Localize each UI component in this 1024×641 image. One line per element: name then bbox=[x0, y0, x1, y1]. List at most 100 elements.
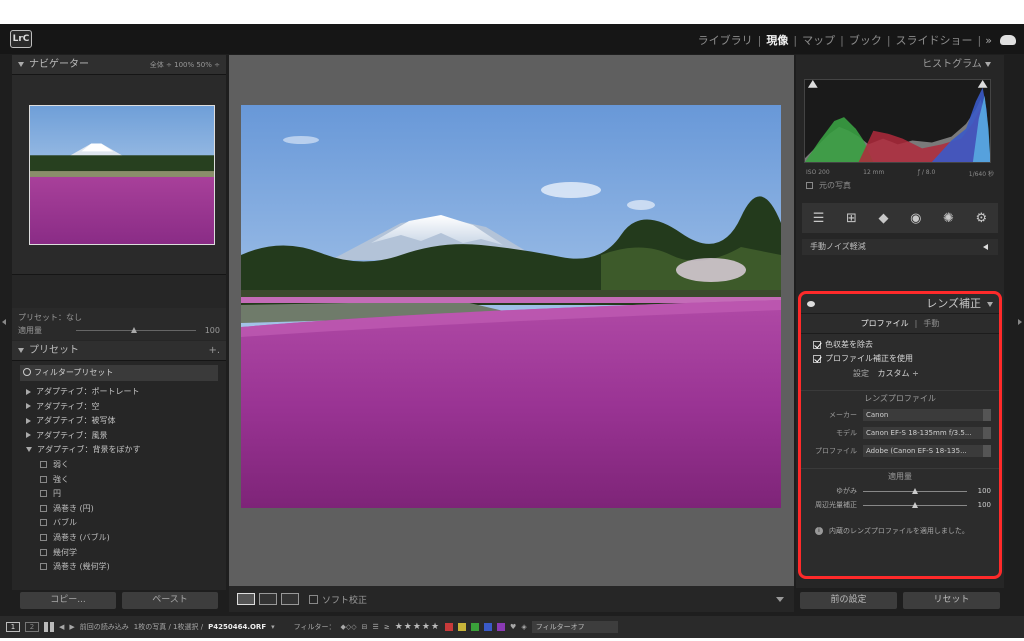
presets-header[interactable]: プリセット +. bbox=[12, 341, 226, 361]
model-select[interactable]: Canon EF-S 18-135mm f/3.5... bbox=[863, 427, 991, 439]
original-photo-toggle[interactable]: 元の写真 bbox=[804, 179, 996, 193]
more-modules-icon[interactable]: » bbox=[981, 34, 996, 47]
masking-icon[interactable]: ✺ bbox=[943, 211, 954, 226]
navigator-thumbnail bbox=[29, 105, 215, 245]
loupe-view-icon[interactable] bbox=[237, 593, 255, 605]
make-select[interactable]: Canon bbox=[863, 409, 991, 421]
crop-icon[interactable]: ⊞ bbox=[846, 211, 857, 226]
toolbar-dropdown-icon[interactable] bbox=[776, 596, 784, 602]
search-icon bbox=[23, 368, 31, 376]
lens-corrections-header[interactable]: レンズ補正 bbox=[801, 294, 999, 314]
preset-none-row: プリセット：なし bbox=[18, 313, 82, 322]
before-after-lr-icon[interactable] bbox=[259, 593, 277, 605]
preset-group[interactable]: アダプティブ：被写体 bbox=[26, 414, 226, 429]
distortion-slider[interactable] bbox=[863, 487, 967, 494]
eye-icon[interactable] bbox=[807, 301, 815, 307]
filter-preset-select[interactable]: フィルターオフ bbox=[531, 621, 618, 633]
import-icon[interactable]: ⊟ bbox=[362, 623, 368, 631]
vignetting-value[interactable]: 100 bbox=[967, 501, 991, 509]
edit-sliders-icon[interactable]: ☰ bbox=[813, 211, 825, 226]
soft-proof-checkbox[interactable] bbox=[309, 594, 318, 604]
color-label-yellow[interactable] bbox=[458, 623, 467, 631]
remove-chromatic-aberration-checkbox[interactable]: 色収差を除去 bbox=[801, 338, 999, 352]
module-slideshow[interactable]: スライドショー bbox=[891, 32, 978, 48]
rating-stars[interactable]: ★★★★★ bbox=[395, 622, 440, 632]
filter-presets-input[interactable]: フィルタープリセット bbox=[20, 365, 218, 381]
vignetting-slider[interactable] bbox=[863, 501, 967, 508]
heart-icon[interactable]: ♥ bbox=[510, 623, 516, 631]
info-icon: i bbox=[815, 527, 823, 535]
color-label-purple[interactable] bbox=[497, 623, 506, 631]
setup-select[interactable]: カスタム ÷ bbox=[878, 369, 919, 378]
presets-title: プリセット bbox=[29, 345, 79, 356]
filename-dropdown-icon[interactable]: ▾ bbox=[271, 623, 275, 631]
tab-manual[interactable]: 手動 bbox=[923, 318, 939, 329]
module-develop[interactable]: 現像 bbox=[761, 32, 793, 48]
navigator-preview[interactable] bbox=[12, 75, 226, 275]
slider-knob-icon[interactable] bbox=[912, 487, 918, 494]
noise-reduction-header[interactable]: 手動ノイズ軽減 bbox=[802, 239, 998, 255]
previous-settings-button[interactable]: 前の設定 bbox=[800, 592, 897, 609]
cloud-icon[interactable] bbox=[1000, 35, 1016, 45]
amount-slider[interactable] bbox=[76, 327, 196, 333]
profile-select[interactable]: Adobe (Canon EF-S 18-135... bbox=[863, 445, 991, 457]
sliders-icon[interactable]: ☰ bbox=[373, 623, 379, 631]
preset-item[interactable]: 弱く bbox=[26, 458, 226, 473]
preset-item[interactable]: 幾何学 bbox=[26, 546, 226, 561]
module-book[interactable]: ブック bbox=[844, 32, 887, 48]
left-panel: ナビゲーター 全体 ÷ 100% 50% ÷ プリセット：なし 適用量 100 … bbox=[12, 55, 226, 590]
preset-item[interactable]: 強く bbox=[26, 473, 226, 488]
color-label-red[interactable] bbox=[445, 623, 454, 631]
preset-item[interactable]: 渦巻き (バブル) bbox=[26, 531, 226, 546]
before-after-tb-icon[interactable] bbox=[281, 593, 299, 605]
main-photo[interactable] bbox=[241, 105, 781, 508]
second-window-button[interactable]: 2 bbox=[25, 622, 39, 632]
grid-view-icon[interactable] bbox=[44, 622, 54, 632]
navigator-header[interactable]: ナビゲーター 全体 ÷ 100% 50% ÷ bbox=[12, 55, 226, 75]
preset-item[interactable]: 円 bbox=[26, 487, 226, 502]
reset-button[interactable]: リセット bbox=[903, 592, 1000, 609]
filename[interactable]: P4250464.ORF bbox=[208, 623, 266, 631]
histogram-graph[interactable] bbox=[804, 79, 992, 163]
settings-icon[interactable]: ⚙ bbox=[975, 211, 987, 226]
heal-eraser-icon[interactable]: ◆ bbox=[879, 211, 889, 226]
add-preset-button[interactable]: +. bbox=[208, 341, 220, 361]
distortion-value[interactable]: 100 bbox=[967, 487, 991, 495]
copy-button[interactable]: コピー... bbox=[20, 592, 116, 609]
preset-group[interactable]: アダプティブ：風景 bbox=[26, 429, 226, 444]
source-label[interactable]: 前回の読み込み bbox=[80, 622, 129, 632]
paste-button[interactable]: ペースト bbox=[122, 592, 218, 609]
module-bar: LrC ライブラリ | 現像 | マップ | ブック | スライドショー | » bbox=[0, 24, 1024, 54]
preset-item[interactable]: 渦巻き (円) bbox=[26, 502, 226, 517]
zoom-options[interactable]: 全体 ÷ 100% 50% ÷ bbox=[150, 55, 220, 75]
slider-knob-icon[interactable] bbox=[131, 327, 137, 333]
main-window-button[interactable]: 1 bbox=[6, 622, 20, 632]
module-map[interactable]: マップ bbox=[797, 32, 840, 48]
module-library[interactable]: ライブラリ bbox=[693, 32, 758, 48]
distortion-label: ゆがみ bbox=[836, 487, 857, 495]
amount-value: 100 bbox=[204, 326, 220, 335]
color-label-green[interactable] bbox=[471, 623, 480, 631]
slider-knob-icon[interactable] bbox=[912, 501, 918, 508]
preset-item[interactable]: バブル bbox=[26, 516, 226, 531]
flag-icon[interactable]: ◆◇◇ bbox=[341, 623, 357, 631]
red-eye-icon[interactable]: ◉ bbox=[910, 211, 921, 226]
forward-arrow-icon[interactable]: ▶ bbox=[69, 623, 74, 631]
right-panel-toggle-icon[interactable] bbox=[1018, 319, 1022, 325]
back-arrow-icon[interactable]: ◀ bbox=[59, 623, 64, 631]
tab-profile[interactable]: プロファイル bbox=[861, 318, 909, 329]
rating-operator-icon[interactable]: ≥ bbox=[384, 623, 390, 631]
preset-group[interactable]: アダプティブ：背景をぼかす bbox=[26, 443, 226, 458]
preset-group[interactable]: アダプティブ：空 bbox=[26, 400, 226, 415]
presets-panel: プリセット +. フィルタープリセット アダプティブ：ポートレート アダプティブ… bbox=[12, 341, 226, 575]
color-label-blue[interactable] bbox=[484, 623, 493, 631]
preset-group[interactable]: アダプティブ：ポートレート bbox=[26, 385, 226, 400]
preset-item[interactable]: 渦巻き (幾何学) bbox=[26, 560, 226, 575]
vignetting-label: 周辺光量補正 bbox=[815, 501, 857, 509]
left-panel-toggle-icon[interactable] bbox=[2, 319, 6, 325]
filter-lock-icon[interactable]: ◈ bbox=[521, 623, 526, 631]
original-photo-label: 元の写真 bbox=[819, 181, 851, 190]
enable-profile-corrections-checkbox[interactable]: プロファイル補正を使用 bbox=[801, 352, 999, 366]
photo-canvas[interactable] bbox=[229, 55, 794, 586]
histogram-header[interactable]: ヒストグラム bbox=[796, 55, 1004, 75]
